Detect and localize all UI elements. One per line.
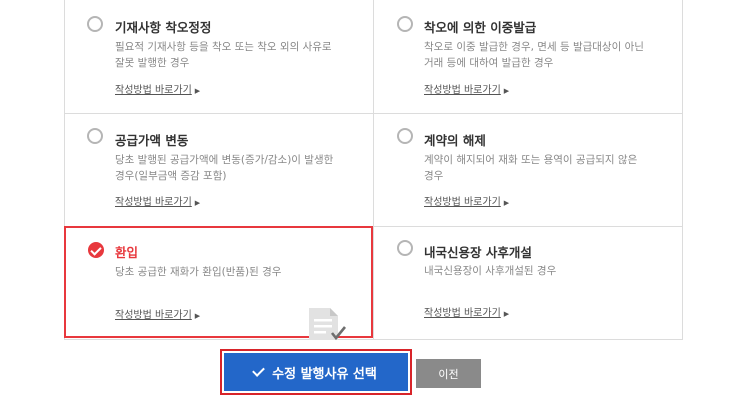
select-reason-button[interactable]: 수정 발행사유 선택 (220, 349, 412, 395)
option-description: 착오로 이중 발급한 경우, 면세 등 발급대상이 아닌 거래 등에 대하여 발… (424, 41, 644, 69)
arrow-right-icon: ▶ (194, 199, 201, 207)
document-check-icon (309, 308, 346, 341)
option-description: 필요적 기재사항 등을 착오 또는 착오 외의 사유로 잘못 발행한 경우 (115, 41, 332, 69)
option-supply-change[interactable]: 공급가액 변동 당초 발행된 공급가액에 변동(증가/감소)이 발생한 경우(일… (65, 114, 373, 226)
option-description: 당초 발행된 공급가액에 변동(증가/감소)이 발생한 경우(일부금액 증감 포… (115, 154, 334, 182)
guide-link[interactable]: 작성방법 바로가기 ▶ (424, 304, 509, 319)
arrow-right-icon: ▶ (503, 310, 510, 318)
radio-button[interactable] (397, 128, 413, 144)
arrow-right-icon: ▶ (503, 199, 510, 207)
guide-link[interactable]: 작성방법 바로가기 ▶ (424, 193, 509, 208)
option-local-lc[interactable]: 내국신용장 사후개설 내국신용장이 사후개설된 경우 작성방법 바로가기 ▶ (374, 227, 682, 339)
option-title: 착오에 의한 이중발급 (424, 20, 537, 35)
option-duplicate-issue[interactable]: 착오에 의한 이중발급 착오로 이중 발급한 경우, 면세 등 발급대상이 아닌… (374, 0, 682, 113)
option-title: 환입 (115, 245, 139, 260)
option-description: 계약이 해지되어 재화 또는 용역이 공급되지 않은 경우 (424, 154, 638, 182)
option-title: 내국신용장 사후개설 (424, 245, 532, 260)
arrow-right-icon: ▶ (194, 312, 201, 320)
option-title: 기재사항 착오정정 (115, 20, 212, 35)
radio-checked-icon[interactable] (88, 242, 104, 258)
guide-link[interactable]: 작성방법 바로가기 ▶ (424, 81, 509, 96)
guide-link[interactable]: 작성방법 바로가기 ▶ (115, 306, 200, 321)
radio-button[interactable] (87, 128, 103, 144)
arrow-right-icon: ▶ (503, 87, 510, 95)
radio-button[interactable] (397, 16, 413, 32)
option-title: 계약의 해제 (424, 133, 486, 148)
option-description: 당초 공급한 재화가 환입(반품)된 경우 (115, 266, 282, 278)
reason-grid: 기재사항 착오정정 필요적 기재사항 등을 착오 또는 착오 외의 사유로 잘못… (64, 0, 683, 340)
option-contract-cancel[interactable]: 계약의 해제 계약이 해지되어 재화 또는 용역이 공급되지 않은 경우 작성방… (374, 114, 682, 226)
guide-link[interactable]: 작성방법 바로가기 ▶ (115, 193, 200, 208)
option-description: 내국신용장이 사후개설된 경우 (424, 265, 557, 277)
previous-button[interactable]: 이전 (416, 359, 481, 388)
guide-link[interactable]: 작성방법 바로가기 ▶ (115, 81, 200, 96)
radio-button[interactable] (87, 16, 103, 32)
check-icon (252, 364, 265, 377)
option-title: 공급가액 변동 (115, 133, 189, 148)
option-correction-error[interactable]: 기재사항 착오정정 필요적 기재사항 등을 착오 또는 착오 외의 사유로 잘못… (65, 0, 373, 113)
radio-button[interactable] (397, 240, 413, 256)
arrow-right-icon: ▶ (194, 87, 201, 95)
